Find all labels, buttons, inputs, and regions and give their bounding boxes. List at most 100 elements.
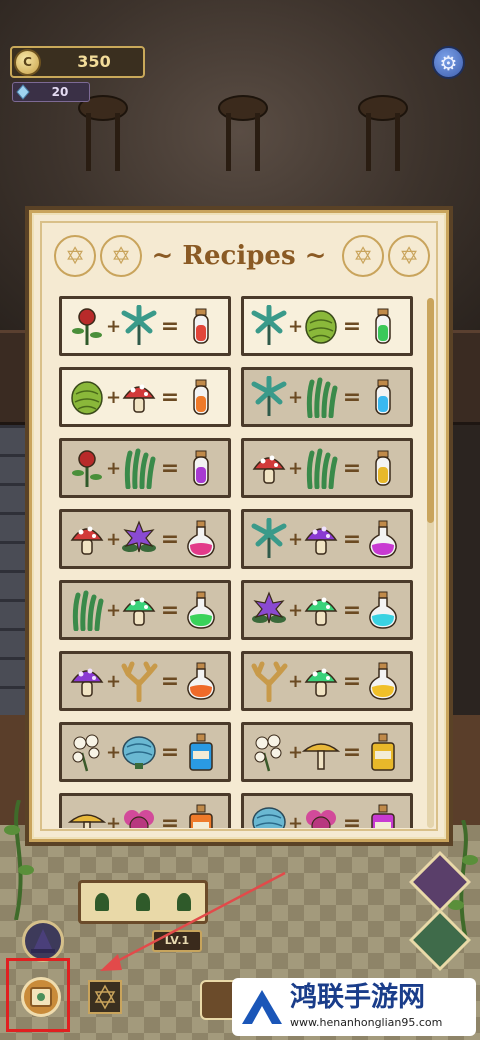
character-button[interactable] (22, 920, 64, 962)
stool (218, 95, 268, 175)
yellow-mushroom-icon (302, 743, 340, 770)
flask-magenta-icon (369, 520, 397, 558)
recipe-book-button[interactable] (6, 958, 70, 1032)
equals-sign: = (160, 313, 180, 339)
recipe-card[interactable]: + = (59, 793, 231, 828)
scroll-thumb[interactable] (427, 298, 434, 523)
grimoire-button[interactable] (88, 980, 122, 1014)
plus-sign: + (106, 670, 122, 692)
flask-pink-icon (187, 520, 215, 558)
equals-sign: = (160, 526, 180, 552)
plus-sign: + (106, 741, 122, 763)
grass-icon (72, 590, 104, 631)
equals-sign: = (160, 597, 180, 623)
rose-icon (72, 450, 102, 487)
recipe-card[interactable]: + = (59, 580, 231, 640)
flask-cyan-icon (369, 591, 397, 629)
recipe-card[interactable]: + = (241, 651, 413, 711)
recipe-card[interactable]: + = (241, 722, 413, 782)
watermark-brand: 鸿联手游网 (290, 982, 425, 1013)
hops-icon (71, 381, 103, 415)
purple-mushroom-icon (70, 668, 104, 697)
recipe-card[interactable]: + = (59, 296, 231, 356)
stool (358, 95, 408, 175)
equals-sign: = (342, 810, 362, 829)
coin-counter: C 350 (10, 46, 145, 78)
equals-sign: = (342, 526, 362, 552)
bottle-yellow-icon (371, 733, 395, 771)
equals-sign: = (160, 455, 180, 481)
scroll-icon (30, 987, 52, 1007)
watermark-url: www.henanhonglian95.com (290, 1016, 443, 1029)
plus-sign: + (106, 457, 122, 479)
recipe-card[interactable]: + = (59, 722, 231, 782)
panel-title: ~ Recipes ~ (151, 241, 327, 271)
plus-sign: + (106, 528, 122, 550)
coral-root-icon (121, 661, 158, 702)
plus-sign: + (288, 670, 304, 692)
stool (78, 95, 128, 175)
annotation-arrow-icon (100, 871, 286, 971)
recipe-scrollbar[interactable] (427, 298, 434, 828)
coin-icon: C (14, 49, 41, 76)
recipe-card[interactable]: + = (241, 296, 413, 356)
plus-sign: + (288, 528, 304, 550)
equals-sign: = (160, 739, 180, 765)
recipe-card[interactable]: + = (241, 793, 413, 828)
plus-sign: + (106, 315, 122, 337)
coral-root-icon (251, 661, 288, 702)
vial-red-icon (193, 308, 209, 344)
grass-icon (306, 448, 338, 489)
plus-sign: + (288, 812, 304, 829)
plus-sign: + (106, 599, 122, 621)
recipe-card[interactable]: + = (59, 651, 231, 711)
recipe-card[interactable]: + = (241, 367, 413, 427)
recipe-card[interactable]: + = (59, 438, 231, 498)
recipe-card[interactable]: + = (241, 580, 413, 640)
plus-sign: + (106, 812, 122, 829)
settings-button[interactable]: ⚙ (432, 46, 465, 79)
vial-orange-icon (193, 379, 209, 415)
grass-icon (124, 448, 156, 489)
bottle-magenta-icon (371, 804, 395, 828)
purple-flower-icon (122, 520, 156, 553)
plus-sign: + (288, 457, 304, 479)
vial-yellow-icon (375, 450, 391, 486)
pink-flower-icon (124, 810, 154, 828)
red-mushroom-icon (252, 455, 286, 484)
purple-mushroom-icon (304, 526, 338, 555)
flask-orange-icon (187, 662, 215, 700)
recipe-card[interactable]: + = (241, 438, 413, 498)
hexagram-icon (94, 984, 116, 1010)
rose-icon (72, 308, 102, 345)
crystal-icon (16, 84, 30, 100)
green-mushroom-icon (304, 597, 338, 626)
equals-sign: = (342, 739, 362, 765)
coin-value: 350 (77, 52, 111, 71)
recipe-card[interactable]: + = (59, 509, 231, 569)
red-mushroom-icon (70, 526, 104, 555)
palm-leaf-icon (251, 305, 287, 345)
equals-sign: = (160, 810, 180, 829)
blue-shell-icon (252, 807, 286, 828)
palm-leaf-icon (121, 305, 157, 345)
equals-sign: = (160, 384, 180, 410)
wizard-hat-icon (31, 929, 55, 953)
gear-icon: ⚙ (439, 50, 458, 75)
plus-sign: + (288, 741, 304, 763)
gem-counter: 20 (12, 82, 90, 102)
equals-sign: = (342, 668, 362, 694)
equals-sign: = (160, 668, 180, 694)
yellow-mushroom-icon (68, 814, 106, 828)
equals-sign: = (342, 597, 362, 623)
equals-sign: = (342, 313, 362, 339)
gem-value: 20 (51, 85, 69, 99)
bottle-blue-icon (189, 733, 213, 771)
recipe-card[interactable]: + = (59, 367, 231, 427)
recipe-grid[interactable]: + = + = + = + = + = + = + = + = + = + = … (59, 296, 419, 828)
recipe-card[interactable]: + = (241, 509, 413, 569)
palm-leaf-icon (251, 376, 287, 416)
watermark-logo-icon (242, 990, 282, 1024)
plus-sign: + (288, 386, 304, 408)
blue-shell-icon (122, 736, 156, 769)
